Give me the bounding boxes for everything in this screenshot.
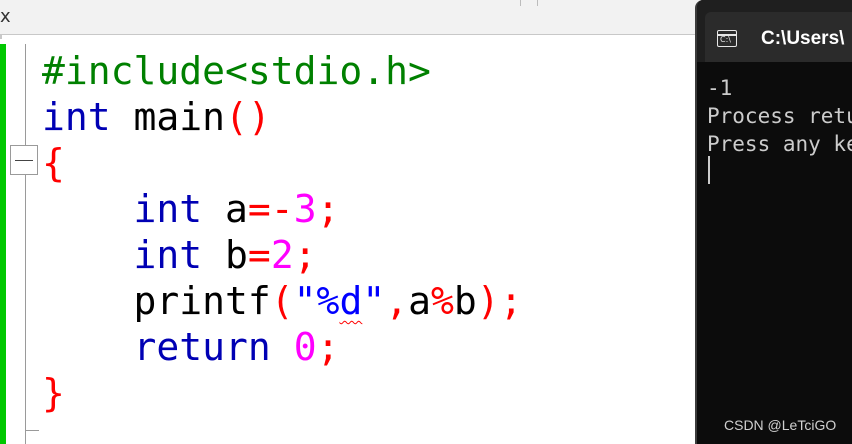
code-token: return <box>133 325 271 369</box>
code-token: ; <box>293 233 317 277</box>
code-token: % <box>431 279 454 323</box>
fold-guide-line <box>25 44 26 444</box>
tab-separator <box>537 0 538 6</box>
code-token: b <box>202 233 248 277</box>
code-line[interactable]: int b=2; <box>42 232 523 278</box>
code-token: a <box>202 187 248 231</box>
code-token: 3 <box>293 187 317 231</box>
code-token: int <box>42 95 111 139</box>
code-token: 0 <box>293 325 317 369</box>
console-cursor <box>708 156 710 184</box>
code-token: 2 <box>270 233 294 277</box>
close-tab-icon[interactable]: x <box>0 6 11 27</box>
console-output: -1 Process returned 0 (0x0) Press any ke… <box>707 76 852 156</box>
code-line[interactable]: int a=-3; <box>42 186 523 232</box>
margin-marker <box>0 35 2 39</box>
code-token: a <box>408 279 431 323</box>
code-token: ( <box>270 279 294 323</box>
console-titlebar: C:\ C:\Users\ <box>697 0 852 62</box>
code-token: d <box>339 279 363 323</box>
console-title: C:\Users\ <box>761 28 845 49</box>
code-token: int <box>133 233 203 277</box>
code-token: ; <box>499 279 523 323</box>
code-token: "% <box>293 279 340 323</box>
code-line[interactable]: int main() <box>42 94 523 140</box>
tab-separator <box>520 0 521 6</box>
code-token: printf <box>42 279 271 323</box>
code-token: b <box>453 279 477 323</box>
code-line[interactable]: } <box>42 370 523 416</box>
code-token: int <box>133 187 203 231</box>
code-token: #include<stdio.h> <box>42 49 431 93</box>
code-token: ) <box>476 279 500 323</box>
code-token: ; <box>316 325 340 369</box>
code-editor[interactable]: x #include<stdio.h> int main(){ int a=-3;… <box>0 0 700 444</box>
code-line[interactable]: return 0; <box>42 324 523 370</box>
code-token: ; <box>316 187 340 231</box>
code-line[interactable]: #include<stdio.h> <box>42 48 523 94</box>
change-bar <box>0 44 6 444</box>
console-window[interactable]: C:\ C:\Users\ -1 Process returned 0 (0x0… <box>695 0 852 444</box>
code-token: } <box>42 371 65 415</box>
code-line[interactable]: { <box>42 140 523 186</box>
watermark: CSDN @LeTciGO <box>724 417 837 433</box>
code-token: = <box>247 233 271 277</box>
code-token: () <box>225 95 271 139</box>
editor-tab-bar: x <box>0 0 700 35</box>
code-token: { <box>42 141 65 185</box>
code-line[interactable]: printf("%d",a%b); <box>42 278 523 324</box>
code-token: " <box>362 279 386 323</box>
source-code[interactable]: #include<stdio.h> int main(){ int a=-3; i… <box>42 48 523 416</box>
code-token: main <box>110 95 226 139</box>
code-token: =- <box>247 187 294 231</box>
cmd-icon: C:\ <box>717 30 737 47</box>
fold-end-marker <box>25 430 39 431</box>
code-token: , <box>385 279 409 323</box>
fold-collapse-icon[interactable] <box>10 145 38 175</box>
